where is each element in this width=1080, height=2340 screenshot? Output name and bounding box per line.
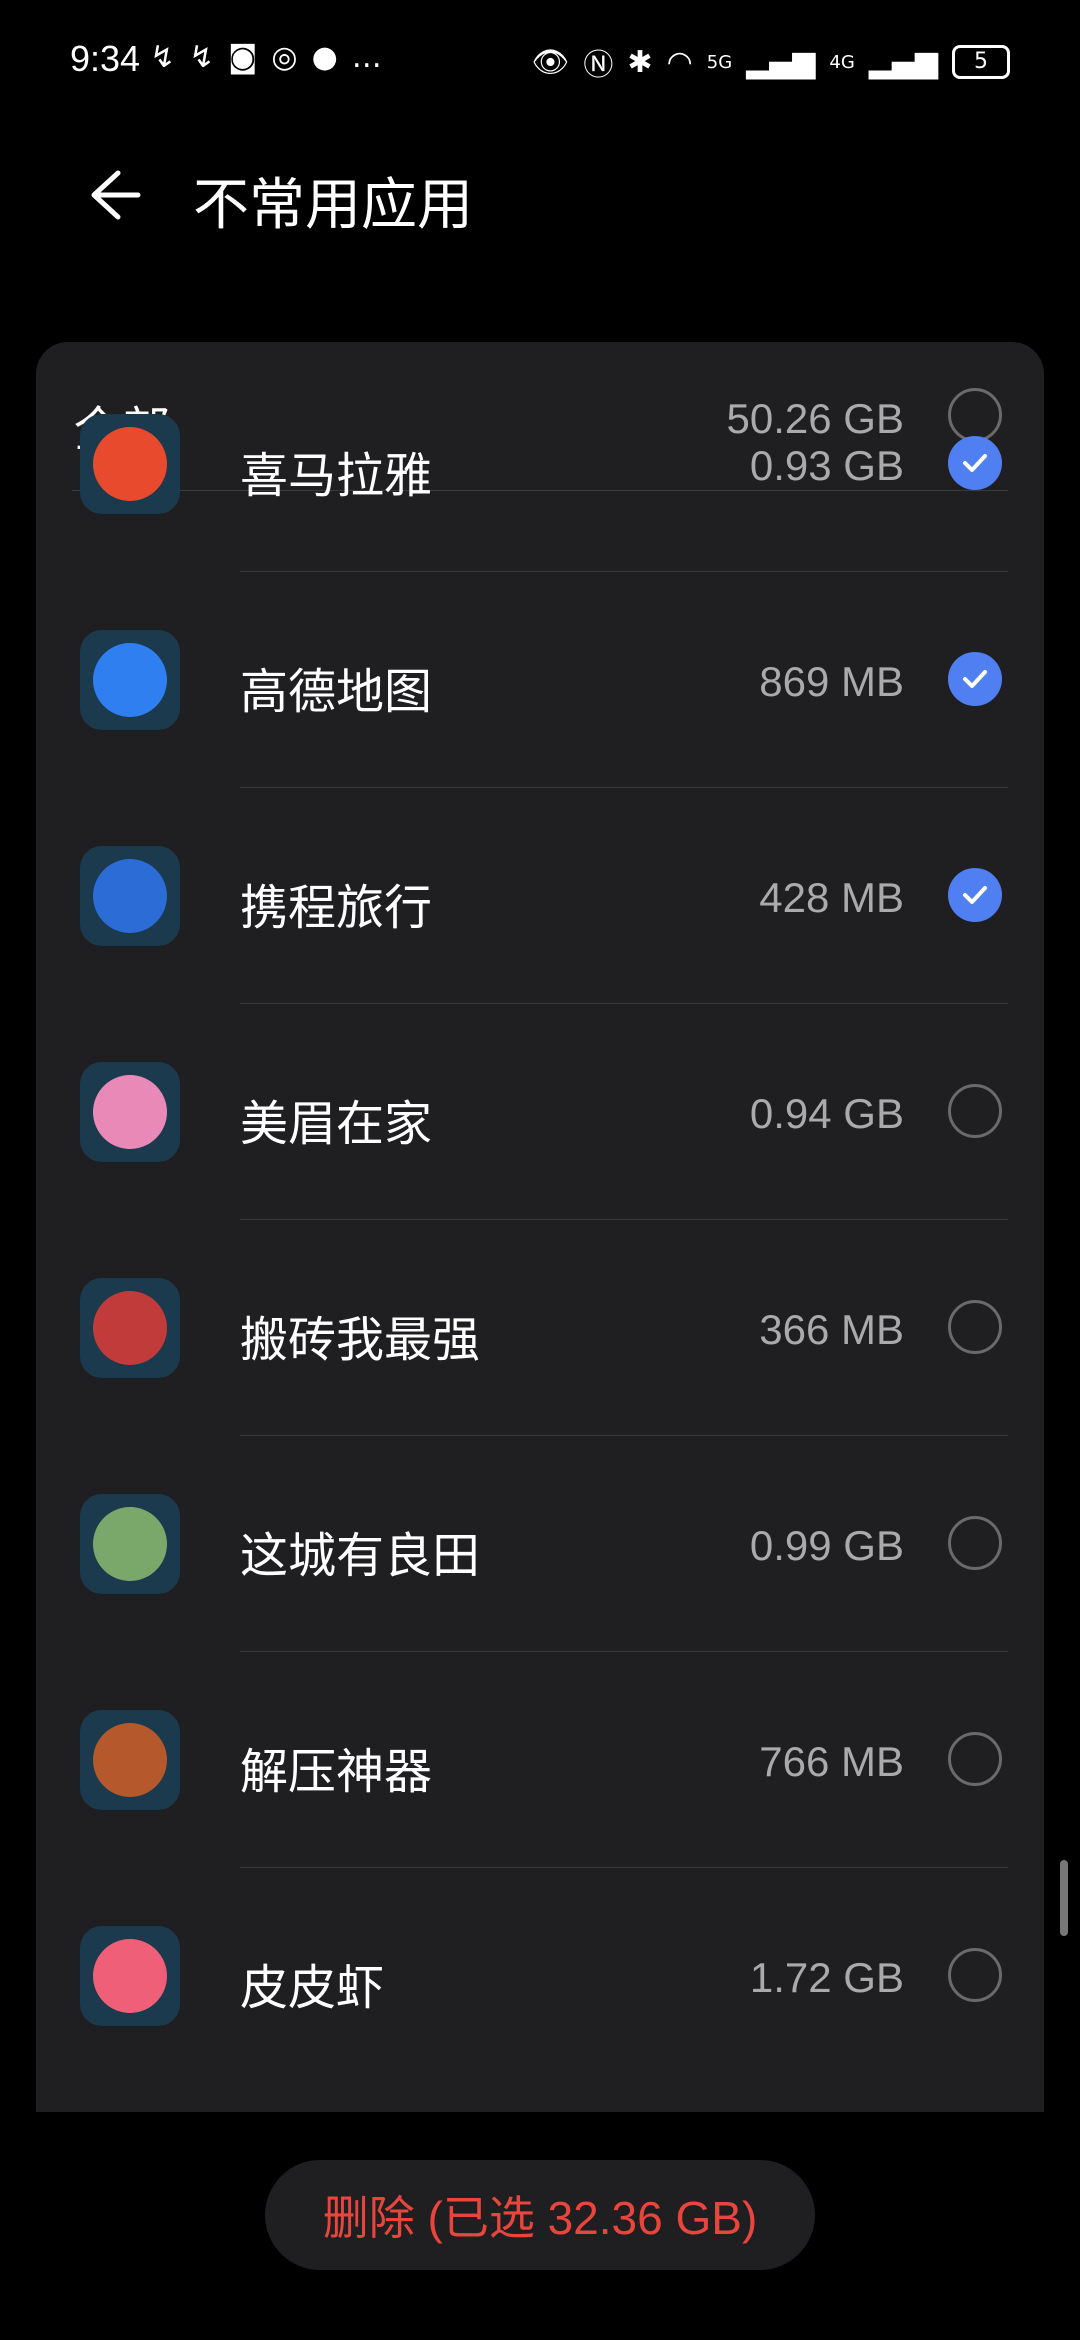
missed-call-icon: ↯ bbox=[150, 40, 176, 75]
app-name: 喜马拉雅 bbox=[240, 448, 433, 504]
nfc-icon: Ⓝ bbox=[583, 48, 614, 83]
app-name: 美眉在家 bbox=[240, 1096, 433, 1152]
app-size: 366 MB bbox=[759, 1306, 904, 1353]
app-size: 1.72 GB bbox=[749, 1954, 904, 2001]
amap-icon bbox=[80, 630, 180, 730]
ximalaya-icon bbox=[80, 414, 180, 514]
app-size: 0.93 GB bbox=[749, 442, 904, 489]
pipixia-icon bbox=[80, 1926, 180, 2026]
app-size: 0.99 GB bbox=[749, 1522, 904, 1569]
checkmark-icon bbox=[963, 454, 987, 472]
app-checkbox[interactable] bbox=[948, 436, 1002, 490]
app-name: 携程旅行 bbox=[240, 880, 433, 936]
ctrip-icon bbox=[80, 846, 180, 946]
signal-icon: ▂▄▆ bbox=[746, 44, 816, 80]
app-notification-icon: ◎ bbox=[271, 40, 298, 75]
battery-icon: 5 bbox=[952, 45, 1010, 79]
app-notification-icon: ◙ bbox=[228, 40, 258, 75]
app-name: 搬砖我最强 bbox=[240, 1312, 481, 1368]
app-icon-graphic bbox=[93, 1723, 167, 1797]
app-checkbox[interactable] bbox=[948, 1300, 1002, 1354]
app-icon-graphic bbox=[93, 643, 167, 717]
delete-button-label: 删除 (已选 32.36 GB) bbox=[322, 2192, 758, 2244]
app-row[interactable]: 美眉在家 0.94 GB bbox=[36, 1004, 1044, 1220]
app-name: 这城有良田 bbox=[240, 1528, 481, 1584]
app-icon-graphic bbox=[93, 427, 167, 501]
app-checkbox[interactable] bbox=[948, 1948, 1002, 2002]
app-checkbox[interactable] bbox=[948, 1732, 1002, 1786]
app-icon-graphic bbox=[93, 1939, 167, 2013]
app-size: 428 MB bbox=[759, 874, 904, 921]
system-icons: 👁 Ⓝ ✱ ◠ 5G ▂▄▆ 4G ▂▄▆ 5 bbox=[531, 40, 1010, 84]
meimei-icon bbox=[80, 1062, 180, 1162]
app-size: 766 MB bbox=[759, 1738, 904, 1785]
wifi-icon: ◠ bbox=[666, 44, 693, 80]
app-checkbox[interactable] bbox=[948, 868, 1002, 922]
status-time: 9:34 bbox=[70, 38, 141, 79]
status-bar: 9:34 ↯ ↯ ◙ ◎ ● … 👁 Ⓝ ✱ ◠ 5G ▂▄▆ 4G ▂▄▆ 5 bbox=[0, 0, 1080, 120]
delete-button[interactable]: 删除 (已选 32.36 GB) bbox=[265, 2160, 815, 2270]
app-row[interactable]: 解压神器 766 MB bbox=[36, 1652, 1044, 1868]
app-row[interactable]: 喜马拉雅 0.93 GB bbox=[36, 356, 1044, 572]
bluetooth-icon: ✱ bbox=[627, 44, 653, 80]
more-notifications-icon: … bbox=[351, 40, 382, 75]
app-name: 高德地图 bbox=[240, 664, 433, 720]
app-checkbox[interactable] bbox=[948, 1516, 1002, 1570]
app-row[interactable]: 携程旅行 428 MB bbox=[36, 788, 1044, 1004]
signal-5g-icon: 5G bbox=[706, 51, 733, 73]
checkmark-icon bbox=[963, 670, 987, 688]
app-size: 869 MB bbox=[759, 658, 904, 705]
signal-4g-icon: 4G bbox=[829, 51, 855, 73]
scrollbar[interactable] bbox=[1060, 1860, 1068, 1936]
signal-icon: ▂▄▆ bbox=[868, 44, 938, 80]
app-icon-graphic bbox=[93, 1075, 167, 1149]
back-button[interactable] bbox=[70, 155, 150, 235]
app-bar: 不常用应用 bbox=[0, 120, 1080, 260]
notification-icons: ↯ ↯ ◙ ◎ ● … bbox=[150, 40, 382, 75]
app-row[interactable]: 皮皮虾 1.72 GB bbox=[36, 1868, 1044, 2084]
app-row[interactable]: 搬砖我最强 366 MB bbox=[36, 1220, 1044, 1436]
liangtian-icon bbox=[80, 1494, 180, 1594]
app-checkbox[interactable] bbox=[948, 1084, 1002, 1138]
app-row[interactable]: 这城有良田 0.99 GB bbox=[36, 1436, 1044, 1652]
app-icon-graphic bbox=[93, 1291, 167, 1365]
page-title: 不常用应用 bbox=[193, 173, 473, 236]
checkmark-icon bbox=[963, 886, 987, 904]
app-list-card: 全部 50.26 GB 喜马拉雅0.93 GB高德地图869 MB携程旅行428… bbox=[36, 342, 1044, 2112]
app-row[interactable]: 高德地图 869 MB bbox=[36, 572, 1044, 788]
missed-call-icon: ↯ bbox=[189, 40, 215, 75]
antistress-icon bbox=[80, 1710, 180, 1810]
back-arrow-icon bbox=[91, 170, 141, 220]
eye-comfort-icon: 👁 bbox=[531, 44, 570, 80]
app-name: 皮皮虾 bbox=[240, 1960, 385, 2016]
app-icon-graphic bbox=[93, 1507, 167, 1581]
app-icon-graphic bbox=[93, 859, 167, 933]
app-size: 0.94 GB bbox=[749, 1090, 904, 1137]
app-name: 解压神器 bbox=[240, 1744, 433, 1800]
app-notification-icon: ● bbox=[311, 40, 338, 75]
app-checkbox[interactable] bbox=[948, 652, 1002, 706]
banzhuan-icon bbox=[80, 1278, 180, 1378]
